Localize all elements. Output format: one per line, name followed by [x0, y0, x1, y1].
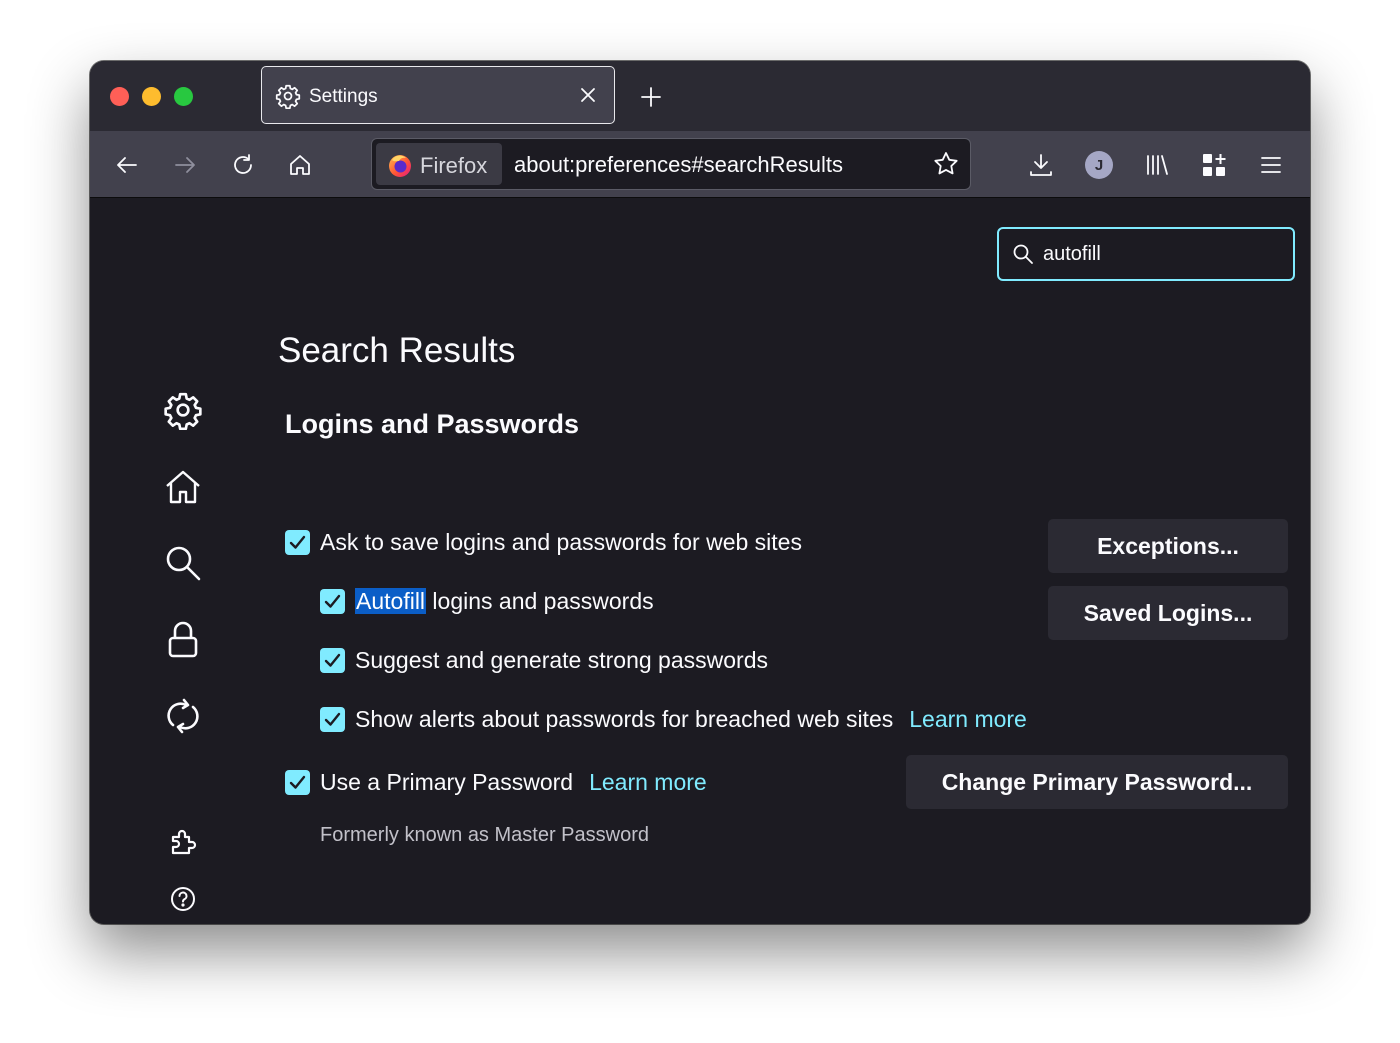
suggest-row: Suggest and generate strong passwords: [320, 645, 768, 675]
avatar-initial: J: [1094, 156, 1104, 174]
browser-window: Settings Firefox about:preferences#searc…: [90, 61, 1310, 924]
section-title: Logins and Passwords: [285, 409, 580, 439]
checkmark-icon: [324, 712, 341, 726]
change-primary-password-button[interactable]: Change Primary Password...: [906, 755, 1288, 809]
window-close-button[interactable]: [110, 87, 129, 106]
primary-password-note: Formerly known as Master Password: [320, 824, 649, 846]
close-tab-icon[interactable]: [579, 86, 597, 104]
breach-alerts-row: Show alerts about passwords for breached…: [320, 704, 1027, 734]
gear-icon: [275, 84, 301, 109]
saved-logins-button[interactable]: Saved Logins...: [1048, 586, 1288, 640]
home-icon[interactable]: [287, 152, 313, 178]
ask-to-save-row: Ask to save logins and passwords for web…: [285, 527, 802, 557]
checkmark-icon: [324, 594, 341, 608]
search-highlight: Autofill: [355, 587, 427, 614]
tab-strip: Settings: [90, 61, 1310, 131]
home-icon[interactable]: [163, 467, 203, 507]
search-value: autofill: [1043, 243, 1101, 265]
suggest-passwords-checkbox[interactable]: [320, 647, 345, 673]
new-tab-icon[interactable]: [640, 86, 662, 108]
download-icon[interactable]: [1028, 152, 1054, 178]
navigation-toolbar: Firefox about:preferences#searchResults …: [90, 131, 1310, 198]
preferences-content: autofill Search Results Logins and Passw…: [90, 198, 1310, 924]
breach-alerts-checkbox[interactable]: [320, 706, 345, 732]
autofill-checkbox[interactable]: [320, 588, 345, 614]
page-title: Search Results: [278, 331, 516, 370]
primary-password-checkbox[interactable]: [285, 769, 310, 795]
ask-to-save-label[interactable]: Ask to save logins and passwords for web…: [320, 529, 802, 556]
hamburger-menu-icon[interactable]: [1258, 152, 1284, 178]
checkmark-icon: [289, 535, 306, 549]
preferences-search-input[interactable]: autofill: [997, 227, 1295, 281]
help-icon[interactable]: [170, 886, 196, 912]
exceptions-button[interactable]: Exceptions...: [1048, 519, 1288, 573]
account-avatar-icon[interactable]: J: [1085, 151, 1113, 179]
search-icon: [1013, 244, 1033, 264]
lock-icon[interactable]: [163, 619, 203, 659]
breach-alerts-learn-more-link[interactable]: Learn more: [909, 706, 1027, 733]
primary-password-label[interactable]: Use a Primary Password: [320, 769, 573, 796]
url-text[interactable]: about:preferences#searchResults: [514, 152, 843, 178]
breach-alerts-label[interactable]: Show alerts about passwords for breached…: [355, 706, 893, 733]
firefox-logo-icon: [389, 155, 411, 177]
window-maximize-button[interactable]: [174, 87, 193, 106]
search-icon[interactable]: [163, 543, 203, 583]
checkmark-icon: [324, 653, 341, 667]
autofill-label[interactable]: Autofill logins and passwords: [355, 587, 654, 615]
tab-settings[interactable]: Settings: [261, 66, 615, 124]
primary-password-learn-more-link[interactable]: Learn more: [589, 769, 707, 796]
ask-to-save-checkbox[interactable]: [285, 529, 310, 555]
address-bar[interactable]: Firefox about:preferences#searchResults: [371, 138, 971, 190]
reload-icon[interactable]: [230, 152, 256, 178]
identity-box[interactable]: Firefox: [376, 143, 502, 185]
back-arrow-icon[interactable]: [114, 152, 140, 178]
primary-password-row: Use a Primary Password Learn more: [285, 767, 707, 797]
tab-title: Settings: [309, 86, 378, 107]
autofill-row: Autofill logins and passwords: [320, 586, 654, 616]
library-icon[interactable]: [1144, 152, 1170, 178]
gear-icon[interactable]: [163, 390, 203, 430]
identity-label: Firefox: [420, 153, 488, 178]
extensions-icon[interactable]: [1201, 152, 1227, 178]
extensions-icon[interactable]: [168, 827, 198, 857]
window-minimize-button[interactable]: [142, 87, 161, 106]
bookmark-star-icon[interactable]: [932, 150, 960, 178]
suggest-passwords-label[interactable]: Suggest and generate strong passwords: [355, 647, 768, 674]
autofill-label-rest: logins and passwords: [426, 587, 654, 614]
checkmark-icon: [289, 775, 306, 789]
forward-arrow-icon[interactable]: [172, 152, 198, 178]
sync-icon[interactable]: [163, 696, 203, 736]
